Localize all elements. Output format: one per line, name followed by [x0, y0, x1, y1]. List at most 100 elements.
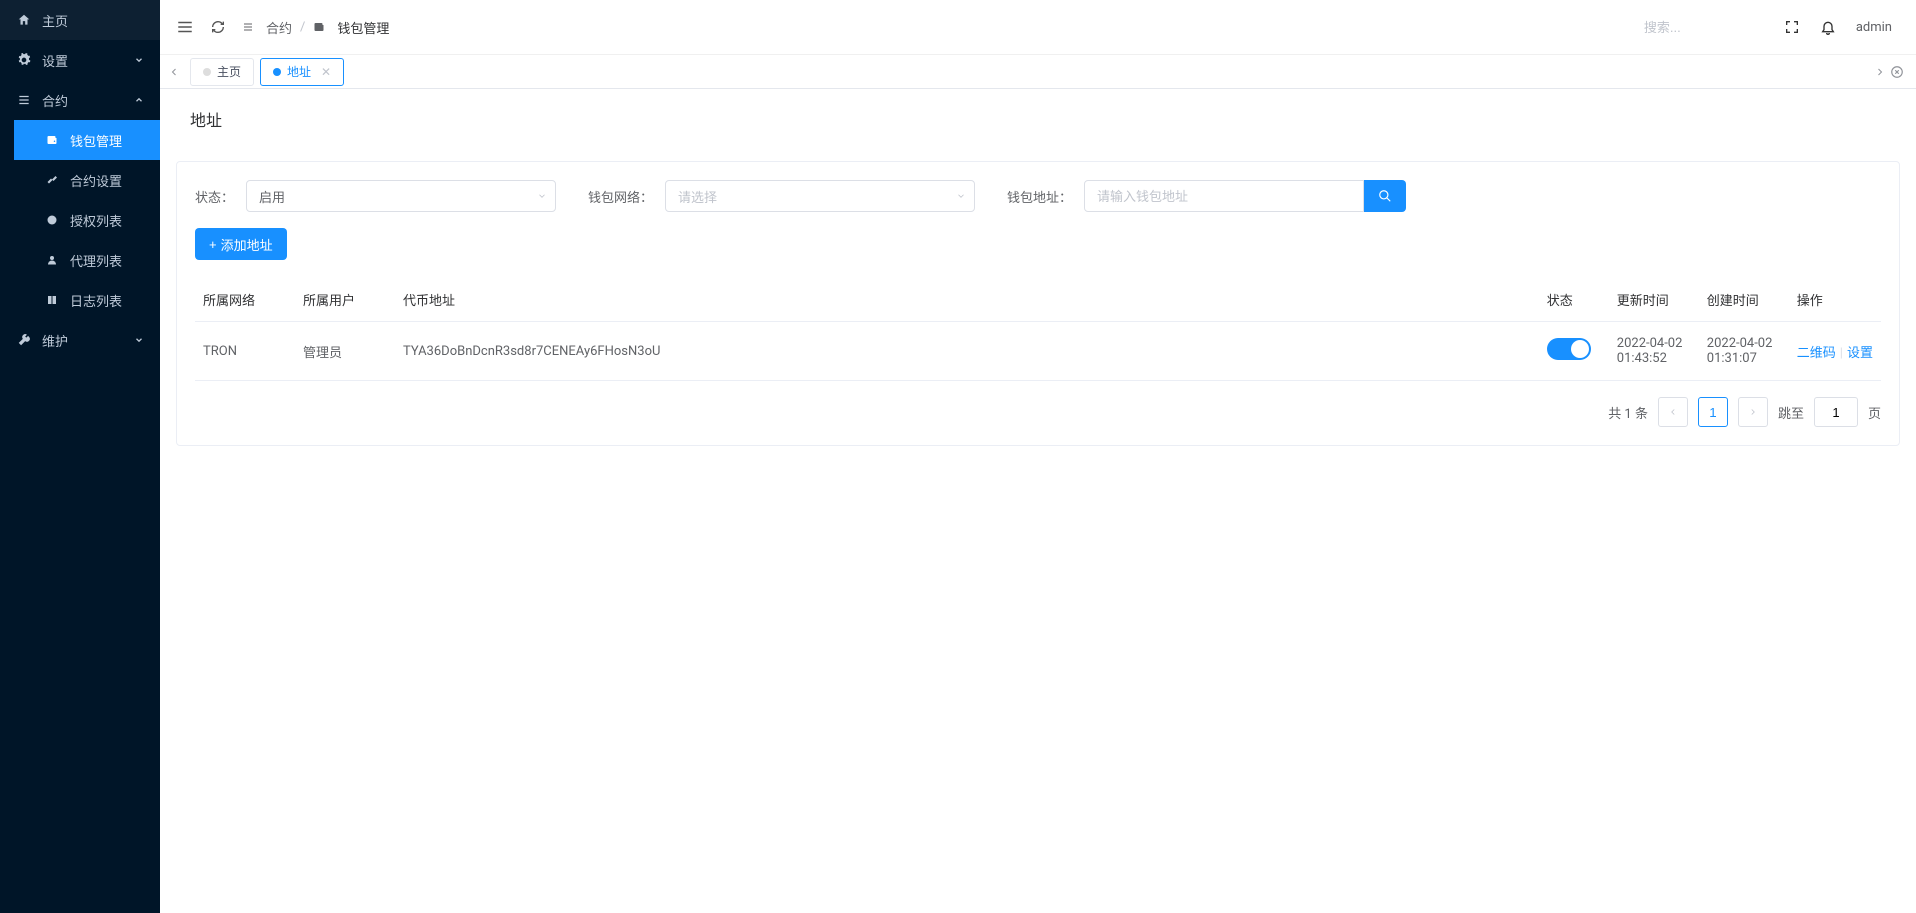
header: 合约 / 钱包管理 admin	[160, 0, 1916, 55]
pagination-total: 共 1 条	[1608, 403, 1648, 422]
page-jump-input[interactable]	[1814, 397, 1858, 427]
page-number-button[interactable]: 1	[1698, 397, 1728, 427]
user-menu[interactable]: admin	[1856, 20, 1900, 35]
filter-address: 钱包地址：	[1007, 180, 1406, 212]
sidebar-item-label: 授权列表	[70, 211, 122, 230]
wallet-address-input[interactable]	[1084, 180, 1364, 212]
address-table: 所属网络 所属用户 代币地址 状态 更新时间 创建时间 操作 TRON 管理员	[195, 278, 1881, 381]
sidebar-item-label: 日志列表	[70, 291, 122, 310]
col-create-time: 创建时间	[1699, 278, 1789, 322]
tool-icon	[44, 174, 60, 186]
cell-update-time: 2022-04-02 01:43:52	[1609, 322, 1699, 381]
add-address-button[interactable]: + 添加地址	[195, 228, 287, 260]
sidebar-item-label: 维护	[42, 331, 68, 350]
tab-address[interactable]: 地址 ✕	[260, 58, 344, 86]
page-next-button[interactable]	[1738, 397, 1768, 427]
chevron-down-icon	[956, 191, 966, 201]
content-area: 地址 状态： 启用 钱包网络：	[160, 89, 1916, 913]
sidebar-item-label: 合约设置	[70, 171, 122, 190]
close-all-tabs-icon[interactable]	[1890, 65, 1904, 79]
tab-close-icon[interactable]: ✕	[321, 65, 331, 79]
refresh-icon[interactable]	[210, 19, 226, 35]
col-status: 状态	[1539, 278, 1609, 322]
col-token-address: 代币地址	[395, 278, 1539, 322]
filter-row: 状态： 启用 钱包网络： 请选择	[195, 180, 1881, 212]
select-value: 启用	[259, 187, 285, 206]
sidebar-item-home[interactable]: 主页	[0, 0, 160, 40]
sidebar-item-log-list[interactable]: 日志列表	[14, 280, 160, 320]
filter-label: 钱包网络：	[588, 187, 653, 206]
contract-icon	[242, 21, 254, 33]
sidebar-item-contract-settings[interactable]: 合约设置	[14, 160, 160, 200]
search-button[interactable]	[1364, 180, 1406, 212]
chevron-down-icon	[134, 335, 144, 345]
jump-label: 跳至	[1778, 403, 1804, 422]
menu-toggle-icon[interactable]	[176, 18, 194, 36]
header-search-input[interactable]	[1644, 20, 1764, 35]
col-network: 所属网络	[195, 278, 295, 322]
settings-link[interactable]: 设置	[1847, 346, 1873, 361]
wrench-icon	[16, 333, 32, 347]
chevron-down-icon	[134, 55, 144, 65]
sidebar-submenu-contract: 钱包管理 合约设置 授权列表 代理列表	[0, 120, 160, 320]
tabs-scroll-right[interactable]	[1870, 55, 1890, 88]
wallet-icon	[313, 21, 325, 33]
gear-icon	[16, 53, 32, 67]
sidebar-item-settings[interactable]: 设置	[0, 40, 160, 80]
wallet-icon	[44, 134, 60, 146]
filter-network: 钱包网络： 请选择	[588, 180, 975, 212]
fullscreen-icon[interactable]	[1784, 19, 1800, 35]
sidebar-item-wallet-manage[interactable]: 钱包管理	[14, 120, 160, 160]
main-area: 合约 / 钱包管理 admin	[160, 0, 1916, 913]
main-card: 状态： 启用 钱包网络： 请选择	[176, 161, 1900, 446]
filter-label: 状态：	[195, 187, 234, 206]
select-placeholder: 请选择	[678, 187, 717, 206]
home-icon	[16, 13, 32, 27]
col-user: 所属用户	[295, 278, 395, 322]
chevron-up-icon	[134, 95, 144, 105]
tabs-scroll-left[interactable]	[164, 55, 184, 88]
sidebar: 主页 设置 合约 钱包管理	[0, 0, 160, 913]
tabs-list: 主页 地址 ✕	[184, 55, 1870, 88]
page-suffix: 页	[1868, 403, 1881, 422]
qr-link[interactable]: 二维码	[1797, 346, 1836, 361]
sidebar-item-maintain[interactable]: 维护	[0, 320, 160, 360]
auth-icon	[44, 214, 60, 226]
filter-status: 状态： 启用	[195, 180, 556, 212]
sidebar-item-contract[interactable]: 合约	[0, 80, 160, 120]
breadcrumb: 合约 / 钱包管理	[242, 18, 389, 37]
cell-status	[1539, 322, 1609, 381]
col-operation: 操作	[1789, 278, 1881, 322]
col-update-time: 更新时间	[1609, 278, 1699, 322]
tabs-bar: 主页 地址 ✕	[160, 55, 1916, 89]
tab-home[interactable]: 主页	[190, 58, 254, 86]
bell-icon[interactable]	[1820, 19, 1836, 35]
chevron-down-icon	[537, 191, 547, 201]
tab-dot-icon	[203, 68, 211, 76]
cell-user: 管理员	[295, 322, 395, 381]
tab-label: 地址	[287, 63, 311, 80]
sidebar-item-agent-list[interactable]: 代理列表	[14, 240, 160, 280]
tab-label: 主页	[217, 63, 241, 80]
page-title: 地址	[160, 89, 1916, 145]
status-switch[interactable]	[1547, 338, 1591, 360]
network-select[interactable]: 请选择	[665, 180, 975, 212]
sidebar-item-auth-list[interactable]: 授权列表	[14, 200, 160, 240]
page-prev-button[interactable]	[1658, 397, 1688, 427]
user-icon	[44, 254, 60, 266]
action-divider: |	[1840, 346, 1843, 361]
status-select[interactable]: 启用	[246, 180, 556, 212]
cell-actions: 二维码 | 设置	[1789, 322, 1881, 381]
cell-create-time: 2022-04-02 01:31:07	[1699, 322, 1789, 381]
tab-dot-icon	[273, 68, 281, 76]
sidebar-item-label: 合约	[42, 91, 68, 110]
sidebar-item-label: 代理列表	[70, 251, 122, 270]
breadcrumb-separator: /	[300, 20, 305, 35]
filter-label: 钱包地址：	[1007, 187, 1072, 206]
contract-icon	[16, 93, 32, 107]
button-label: 添加地址	[221, 235, 273, 254]
breadcrumb-item[interactable]: 合约	[266, 18, 292, 37]
cell-network: TRON	[195, 322, 295, 381]
table-header-row: 所属网络 所属用户 代币地址 状态 更新时间 创建时间 操作	[195, 278, 1881, 322]
sidebar-item-label: 钱包管理	[70, 131, 122, 150]
